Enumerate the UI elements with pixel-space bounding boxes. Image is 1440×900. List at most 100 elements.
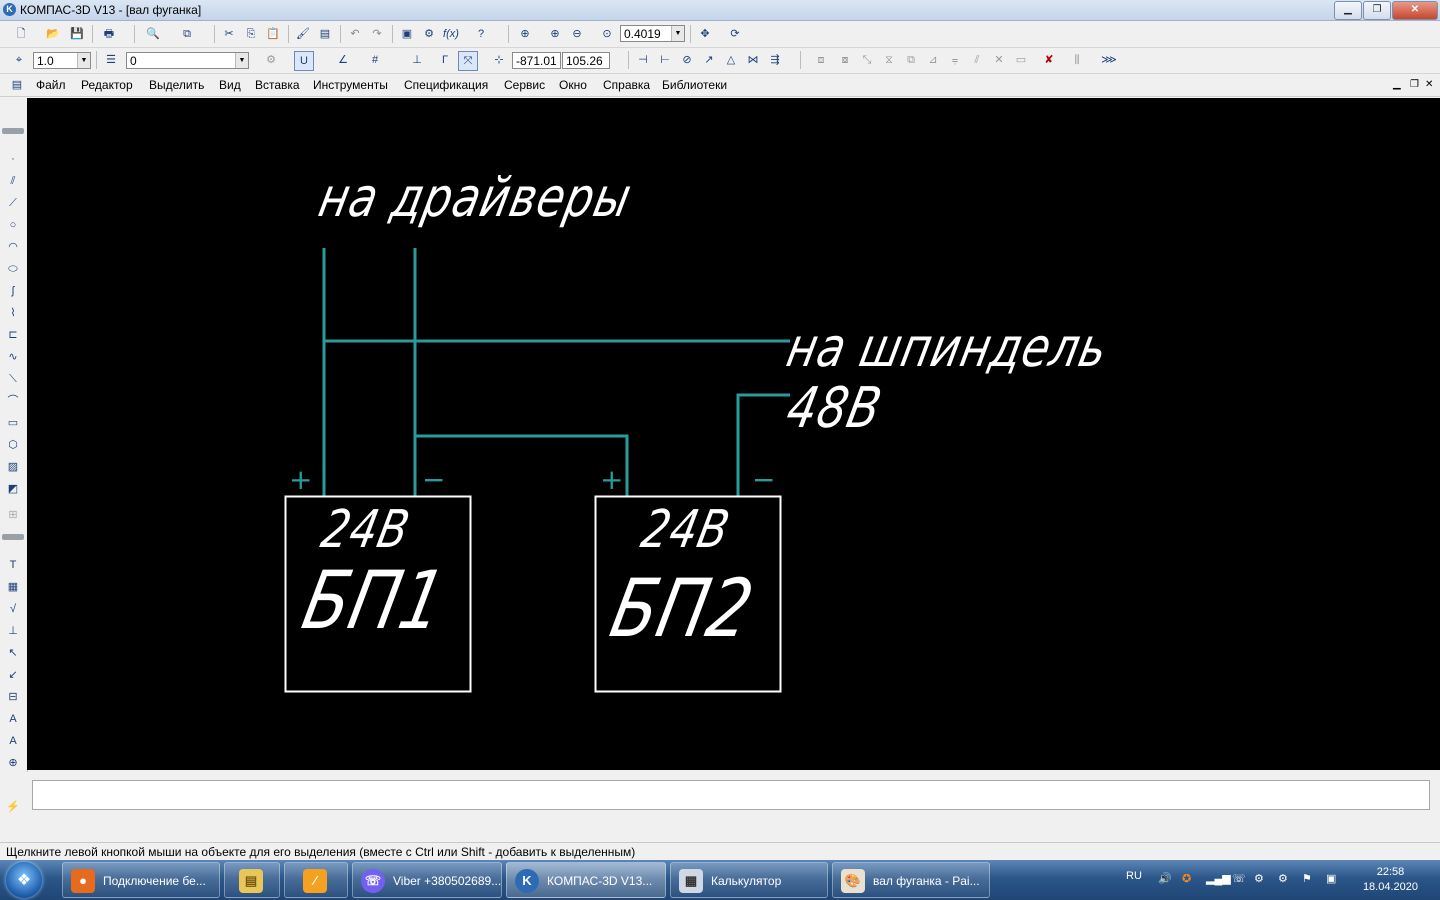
task-explorer[interactable]: ▤ [224,862,280,898]
arrow-view-icon[interactable]: A [4,732,22,750]
tray-app-icon[interactable]: ⚙ [1254,872,1264,885]
close-button[interactable]: ✕ [1392,1,1438,20]
task-firefox[interactable]: ● Подключение бе... [62,862,220,898]
point-tool-icon[interactable]: · [4,150,22,168]
menu-help[interactable]: Справка [603,78,650,92]
edit-tool-6-icon[interactable]: ⊿ [924,51,942,69]
roughness-icon[interactable]: √ [4,600,22,618]
hatch-icon[interactable]: ▨ [4,458,22,476]
auxiliary-line-icon[interactable]: ⫽ [4,172,22,190]
menu-edit[interactable]: Редактор [81,78,133,92]
cursor-snap-icon[interactable]: ⤧ [458,51,478,71]
table-icon[interactable]: ▦ [4,578,22,596]
chevron-down-icon[interactable]: ▼ [671,26,684,41]
maximize-button[interactable]: ❐ [1363,1,1391,20]
magnet-icon[interactable]: U [294,51,314,71]
snap-tangent-icon[interactable]: ↗ [700,51,718,69]
tray-app2-icon[interactable]: ⚙ [1278,872,1288,885]
panel-switch-icon[interactable] [2,128,24,134]
ortho-icon[interactable]: ∠ [334,51,352,69]
volume-icon[interactable]: 🔊 [1158,872,1172,885]
save-icon[interactable]: 💾 [68,25,86,43]
task-paint[interactable]: 🎨 вал фуганка - Pai... [832,862,990,898]
circle-icon[interactable]: ○ [4,216,22,234]
chevron-down-icon[interactable]: ▼ [77,53,90,68]
task-viber[interactable]: ☏ Viber +380502689... [352,862,502,898]
snap-angle-icon[interactable]: △ [722,51,740,69]
coord-x-field[interactable]: -871.01 [512,52,561,69]
wire-psu-link[interactable] [415,434,629,496]
round-icon[interactable]: Γ [436,51,454,69]
edit-tool-3-icon[interactable]: ⤡ [858,51,876,69]
variables-icon[interactable]: ⚙ [420,25,438,43]
cut-icon[interactable]: ✂ [220,25,238,43]
position-icon[interactable]: ↙ [4,666,22,684]
polyline-icon[interactable]: ⊏ [4,326,22,344]
copy-icon[interactable]: ⎘ [242,25,260,43]
clock[interactable]: 22:58 18.04.2020 [1363,865,1418,895]
paste-icon[interactable]: 📋 [264,25,282,43]
document-icon[interactable]: ▤ [8,76,26,94]
snap-normal-icon[interactable]: ⋈ [744,51,762,69]
properties-icon[interactable]: ⚙ [262,51,280,69]
segment-icon[interactable]: ⟋ [4,194,22,212]
language-indicator[interactable]: RU [1126,870,1142,882]
delete-tool-icon[interactable]: ✘ [1040,51,1058,69]
doc-icon[interactable]: ▤ [316,25,334,43]
start-button[interactable]: ❖ [6,862,42,898]
action-center-icon[interactable]: ⚑ [1302,872,1312,885]
panel-switch-icon[interactable] [2,534,24,540]
open-icon[interactable]: 📂 [44,25,62,43]
doc-restore-button[interactable]: ❐ [1410,79,1419,90]
edit-tool-11-icon[interactable]: ⫼ [1068,51,1086,69]
task-calculator[interactable]: ▦ Калькулятор [670,862,828,898]
zoom-in-icon[interactable]: ⊕ [546,25,564,43]
edit-tool-9-icon[interactable]: ✕ [990,51,1008,69]
step-field[interactable]: 1.0 ▼ [33,52,91,69]
undo-icon[interactable]: ↶ [346,25,364,43]
nurbs-icon[interactable]: ⌇ [4,304,22,322]
layer-icon[interactable]: ☰ [102,51,120,69]
disabled-tool-icon[interactable]: ⊞ [4,506,22,524]
manager-icon[interactable]: ▣ [398,25,416,43]
menu-service[interactable]: Сервис [504,78,545,92]
base-icon[interactable]: ⊥ [4,622,22,640]
snap-icon[interactable]: ⌖ [10,51,28,69]
network-icon[interactable]: ▂▄▆ [1206,872,1231,885]
edit-tool-8-icon[interactable]: ⫽ [968,51,986,69]
text-icon[interactable]: T [4,556,22,574]
edit-tool-10-icon[interactable]: ▭ [1012,51,1030,69]
tolerance-icon[interactable]: ⊟ [4,688,22,706]
chevron-down-icon[interactable]: ▼ [235,53,248,68]
edit-tool-5-icon[interactable]: ⧉ [902,51,920,69]
menu-insert[interactable]: Вставка [255,78,300,92]
command-field[interactable] [32,780,1430,810]
help-icon[interactable]: ? [472,25,490,43]
minimize-button[interactable]: ▁ [1334,1,1362,20]
arc-icon[interactable]: ◠ [4,238,22,256]
task-kompas[interactable]: K КОМПАС-3D V13... [506,862,666,898]
menu-specification[interactable]: Спецификация [404,78,488,92]
preview-icon[interactable]: 🔍 [144,25,162,43]
zoom-window-icon[interactable]: ⊕ [516,25,534,43]
ellipse-icon[interactable]: ⬭ [4,260,22,278]
polygon-icon[interactable]: ⬡ [4,436,22,454]
zoom-scale-icon[interactable]: ⊙ [598,25,616,43]
spline-icon[interactable]: ʃ [4,282,22,300]
menu-view[interactable]: Вид [219,78,241,92]
task-app[interactable]: ∕ [284,862,348,898]
point-icon[interactable]: ⊹ [490,51,508,69]
cut-line-icon[interactable]: A [4,710,22,728]
bezier-icon[interactable]: ∿ [4,348,22,366]
menu-window[interactable]: Окно [559,78,587,92]
copy-props-icon[interactable]: ⧉ [178,25,196,43]
brush-icon[interactable]: 🖌 [294,25,312,43]
snap-end-icon[interactable]: ⊣ [634,51,652,69]
menu-select[interactable]: Выделить [149,78,204,92]
new-icon[interactable]: 🗋 [12,25,30,43]
fx-icon[interactable]: f(x) [442,25,460,43]
fillet-icon[interactable]: ⌒ [4,392,22,410]
doc-close-button[interactable]: ✕ [1425,79,1433,90]
edit-tool-1-icon[interactable]: ⧈ [812,51,830,69]
grid-icon[interactable]: # [366,51,384,69]
